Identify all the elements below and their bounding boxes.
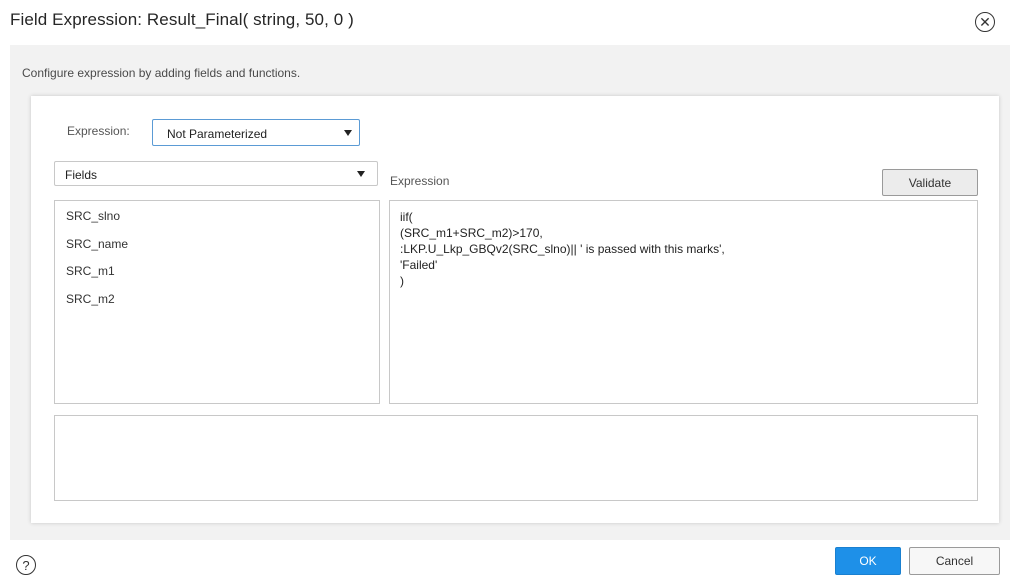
expression-param-select[interactable]: Not Parameterized <box>152 119 360 146</box>
ok-button[interactable]: OK <box>835 547 901 575</box>
help-icon[interactable]: ? <box>16 555 36 575</box>
field-item[interactable]: SRC_slno <box>66 209 120 223</box>
expression-param-label: Expression: <box>67 124 130 138</box>
field-item[interactable]: SRC_name <box>66 237 128 251</box>
expression-param-value: Not Parameterized <box>167 127 268 141</box>
fields-dropdown-value: Fields <box>65 168 98 182</box>
dialog-subtitle: Configure expression by adding fields an… <box>22 66 301 80</box>
field-item[interactable]: SRC_m2 <box>66 292 115 306</box>
fields-dropdown[interactable]: Fields <box>54 161 378 186</box>
expression-editor[interactable]: iif( (SRC_m1+SRC_m2)>170, :LKP.U_Lkp_GBQ… <box>389 200 978 404</box>
close-icon[interactable]: ✕ <box>975 12 995 32</box>
expression-title: Expression <box>390 174 450 188</box>
dialog-title: Field Expression: Result_Final( string, … <box>10 10 354 29</box>
caret-down-icon <box>344 130 352 136</box>
caret-down-icon <box>357 171 365 177</box>
fields-list[interactable]: SRC_slno SRC_name SRC_m1 SRC_m2 <box>54 200 380 404</box>
message-panel <box>54 415 978 501</box>
cancel-button[interactable]: Cancel <box>909 547 1000 575</box>
validate-button[interactable]: Validate <box>882 169 978 196</box>
field-item[interactable]: SRC_m1 <box>66 264 115 278</box>
